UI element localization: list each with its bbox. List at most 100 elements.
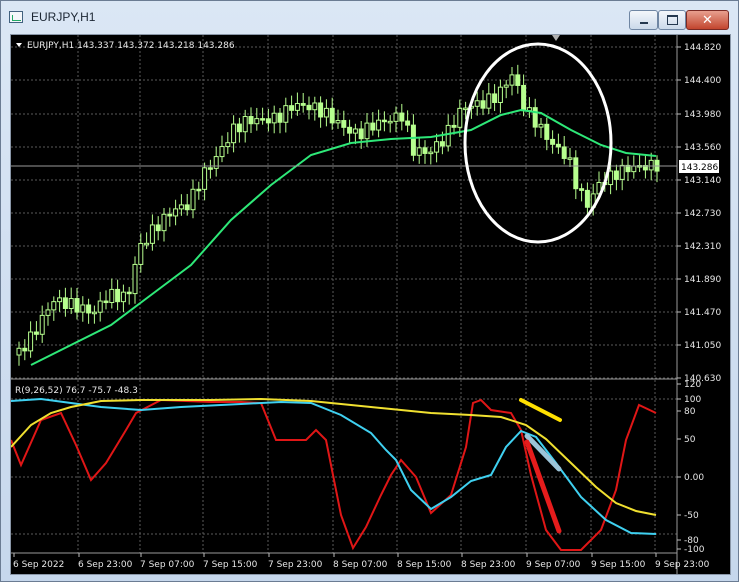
indicator-label: R(9,26,52) 76.7 -75.7 -48.3 <box>15 386 138 396</box>
chart-shift-marker[interactable] <box>552 35 560 41</box>
price-tick-label: 141.890 <box>684 275 721 285</box>
time-tick-label: 8 Sep 07:00 <box>333 560 388 570</box>
candle <box>155 224 161 232</box>
candle <box>33 331 39 335</box>
candle <box>376 119 382 131</box>
candle <box>219 146 225 158</box>
chart-info-line: EURJPY,H1 143.337 143.372 143.218 143.28… <box>27 41 235 51</box>
candle <box>312 102 318 111</box>
candle <box>631 165 637 173</box>
candle <box>80 304 86 313</box>
time-scale[interactable]: 6 Sep 2022 6 Sep 23:00 7 Sep 07:00 7 Sep 15… <box>13 553 710 570</box>
window-title: EURJPY,H1 <box>31 10 96 24</box>
maximize-icon <box>666 15 678 25</box>
terminal-window: EURJPY,H1 ✕ EURJPY,H1 143.337 143.372 14… <box>0 0 739 582</box>
close-button[interactable]: ✕ <box>686 10 729 30</box>
candle <box>416 147 422 156</box>
time-tick-label: 7 Sep 15:00 <box>203 560 258 570</box>
candle <box>254 118 260 125</box>
indicator-scale[interactable]: 12010080500.00-50-80-100 <box>677 380 705 555</box>
candle <box>480 100 486 109</box>
candle <box>22 347 28 352</box>
candle <box>289 105 295 111</box>
candle <box>120 291 126 303</box>
candle <box>277 112 283 123</box>
candle <box>387 120 393 124</box>
maximize-button[interactable] <box>658 10 686 30</box>
candle <box>451 124 457 128</box>
price-tick-label: 143.140 <box>684 176 721 186</box>
candle <box>225 142 231 148</box>
candle <box>497 86 503 103</box>
candle <box>439 141 445 147</box>
time-tick-label: 8 Sep 23:00 <box>461 560 516 570</box>
time-tick-label: 9 Sep 23:00 <box>655 560 710 570</box>
indicator-tick-label: -100 <box>684 545 705 555</box>
candle <box>86 304 92 314</box>
candle <box>260 118 266 121</box>
candle <box>294 103 300 111</box>
title-bar[interactable]: EURJPY,H1 ✕ <box>1 1 738 31</box>
candle <box>584 189 590 208</box>
candle <box>16 347 22 356</box>
candle <box>323 107 329 118</box>
price-tick-label: 143.560 <box>684 143 721 153</box>
candle <box>445 124 451 147</box>
candle <box>213 156 219 169</box>
candle <box>613 170 619 180</box>
price-tick-label: 142.730 <box>684 209 721 219</box>
candle <box>138 242 144 265</box>
candle <box>283 105 289 123</box>
candle <box>364 122 370 140</box>
candle <box>115 288 121 303</box>
candle <box>532 107 538 128</box>
indicator-tick-label: 120 <box>684 380 701 390</box>
price-tick-label: 141.470 <box>684 308 721 318</box>
symbol-menu-icon[interactable] <box>16 43 22 47</box>
candle <box>619 164 625 180</box>
candle <box>648 159 654 171</box>
time-tick-label: 9 Sep 15:00 <box>591 560 646 570</box>
price-tick-label: 143.980 <box>684 110 721 120</box>
candle <box>509 74 515 86</box>
time-tick-label: 8 Sep 15:00 <box>397 560 452 570</box>
candle <box>521 84 527 112</box>
candle <box>91 311 97 315</box>
candle <box>399 112 405 122</box>
candle <box>579 188 585 191</box>
candle <box>428 151 434 155</box>
candle <box>62 297 68 309</box>
chart-area[interactable]: EURJPY,H1 143.337 143.372 143.218 143.28… <box>10 34 731 575</box>
candle <box>149 224 155 244</box>
indicator-tick-label: 0.00 <box>684 473 704 483</box>
candle <box>68 298 74 309</box>
candle <box>167 213 173 217</box>
candle <box>341 120 347 128</box>
candle <box>242 116 248 133</box>
candle <box>97 300 103 313</box>
candle <box>144 242 150 246</box>
indicator-tick-label: 50 <box>684 435 696 445</box>
time-tick-label: 6 Sep 2022 <box>13 560 64 570</box>
candle <box>486 93 492 109</box>
candle <box>184 204 190 211</box>
price-scale[interactable]: 144.820 144.400 143.980 143.560 143.140 142.7… <box>677 43 721 384</box>
candle <box>300 103 306 106</box>
candle <box>318 102 324 118</box>
indicator-tick-label: -50 <box>684 511 699 521</box>
candle <box>103 300 109 304</box>
candle <box>161 213 167 232</box>
candle <box>265 118 271 124</box>
candle <box>550 138 556 145</box>
candle <box>573 157 579 190</box>
price-chart[interactable]: EURJPY,H1 143.337 143.372 143.218 143.28… <box>11 35 730 574</box>
candle <box>515 74 521 86</box>
candle <box>463 107 469 111</box>
candle <box>306 104 312 111</box>
candle <box>173 208 179 217</box>
minimize-button[interactable] <box>629 10 658 30</box>
price-tick-label: 141.050 <box>684 341 721 351</box>
indicator-tick-label: 80 <box>684 407 696 417</box>
candle <box>347 126 353 134</box>
candle <box>410 124 416 156</box>
